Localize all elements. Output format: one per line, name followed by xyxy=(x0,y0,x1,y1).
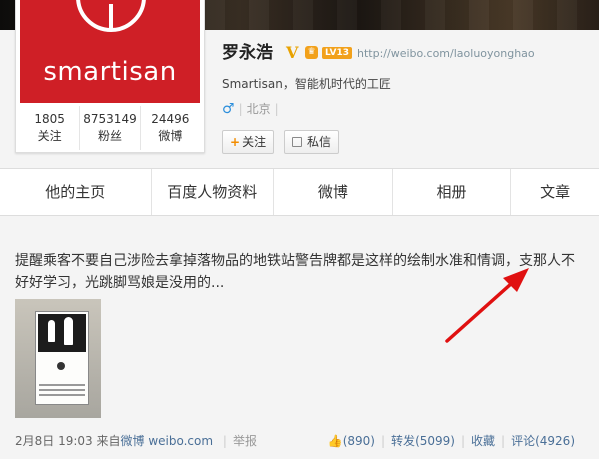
stat-value: 1805 xyxy=(34,112,65,126)
comment-label: 评论 xyxy=(511,434,536,448)
message-button-label: 私信 xyxy=(307,135,332,149)
message-icon xyxy=(292,137,302,147)
message-button[interactable]: 私信 xyxy=(284,130,340,154)
profile-tabs: 他的主页 百度人物资料 微博 相册 文章 xyxy=(0,168,599,216)
tab-baidu-profile[interactable]: 百度人物资料 xyxy=(152,169,275,215)
profile-name: 罗永浩 xyxy=(222,43,273,63)
sign-text-lines xyxy=(39,384,85,386)
profile-meta: ♂ | 北京 | xyxy=(222,101,283,117)
avatar-card: smartisan 1805 关注 8753149 粉丝 24496 微博 xyxy=(15,0,205,153)
post-meta: 2月8日 19:03 来自微博 weibo.com | 举报 xyxy=(15,432,257,450)
divider: | xyxy=(501,434,506,448)
thumbs-up-icon: 👍 xyxy=(327,434,343,448)
divider: | xyxy=(222,434,227,448)
tab-articles[interactable]: 文章 xyxy=(511,169,599,215)
report-link[interactable]: 举报 xyxy=(233,434,257,448)
tab-home[interactable]: 他的主页 xyxy=(0,169,152,215)
post-time-link[interactable]: 2月8日 19:03 xyxy=(15,434,93,448)
divider: | xyxy=(460,434,466,448)
profile-url-link[interactable]: http://weibo.com/laoluoyonghao xyxy=(357,47,535,61)
tab-weibo[interactable]: 微博 xyxy=(274,169,393,215)
repost-count: (5099) xyxy=(415,434,455,448)
stat-label: 粉丝 xyxy=(97,129,122,143)
like-count: (890) xyxy=(342,434,375,448)
sign-graphic xyxy=(38,314,86,352)
location-link[interactable]: 北京 xyxy=(247,102,271,116)
warning-sign-image xyxy=(35,311,89,405)
smartisan-logo-icon xyxy=(76,0,146,32)
favorite-button[interactable]: 收藏 xyxy=(471,434,495,448)
stat-value: 24496 xyxy=(151,112,190,126)
divider: | xyxy=(274,102,279,116)
stat-following[interactable]: 1805 关注 xyxy=(20,106,81,150)
adult-figure-icon xyxy=(64,317,73,345)
male-gender-icon: ♂ xyxy=(222,101,235,117)
stat-posts[interactable]: 24496 微博 xyxy=(141,106,200,150)
divider: | xyxy=(238,102,243,116)
comment-button[interactable]: 评论(4926) xyxy=(511,434,575,448)
stat-label: 微博 xyxy=(158,129,183,143)
verified-badge-icon[interactable]: V xyxy=(286,45,298,61)
follow-button-label: 关注 xyxy=(242,135,267,149)
profile-stats: 1805 关注 8753149 粉丝 24496 微博 xyxy=(20,106,200,150)
avatar-logo-text: smartisan xyxy=(43,57,177,87)
stat-value: 8753149 xyxy=(83,112,137,126)
repost-label: 转发 xyxy=(391,434,416,448)
source-prefix: 来自 xyxy=(96,434,121,448)
child-figure-icon xyxy=(48,320,55,342)
member-crown-icon[interactable]: ♛ xyxy=(305,46,318,59)
stat-followers[interactable]: 8753149 粉丝 xyxy=(80,106,141,150)
plus-icon: + xyxy=(230,135,241,149)
post-source-link[interactable]: 微博 weibo.com xyxy=(121,434,214,448)
like-button[interactable]: 👍(890) xyxy=(328,434,375,448)
level-badge[interactable]: LV13 xyxy=(322,47,352,59)
repost-button[interactable]: 转发(5099) xyxy=(391,434,455,448)
post-image-thumbnail[interactable] xyxy=(15,299,101,418)
comment-count: (4926) xyxy=(535,434,575,448)
post-text: 提醒乘客不要自己涉险去拿掉落物品的地铁站警告牌都是这样的绘制水准和情调，支那人不… xyxy=(15,253,575,291)
post-footer: 2月8日 19:03 来自微博 weibo.com | 举报 👍(890) | 转发(… xyxy=(15,432,585,450)
dropped-item-icon xyxy=(57,362,65,370)
post-actions: 👍(890) | 转发(5099) | 收藏 | 评论(4926) xyxy=(328,432,575,450)
divider: | xyxy=(381,434,386,448)
profile-bio: Smartisan，智能机时代的工匠 xyxy=(222,77,391,91)
tab-album[interactable]: 相册 xyxy=(393,169,512,215)
follow-button[interactable]: + 关注 xyxy=(222,130,275,154)
stat-label: 关注 xyxy=(37,129,62,143)
avatar[interactable]: smartisan xyxy=(20,0,200,103)
